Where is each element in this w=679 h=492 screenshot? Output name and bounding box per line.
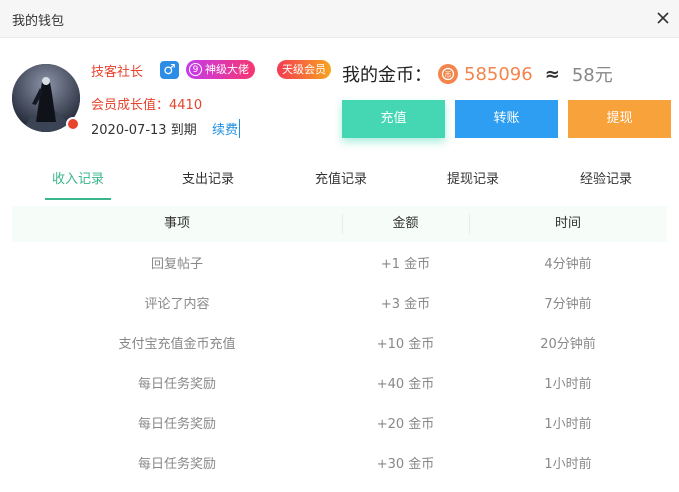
cell-time: 1小时前 — [544, 457, 592, 472]
cell-amount: +3 金币 — [380, 297, 431, 312]
close-icon[interactable] — [653, 8, 673, 28]
cell-amount: +1 金币 — [380, 257, 431, 272]
cell-amount: +30 金币 — [376, 457, 435, 472]
header-amount: 金额 — [392, 216, 419, 231]
record-tabs: 收入记录 支出记录 充值记录 提现记录 经验记录 — [12, 168, 667, 200]
tab-expense[interactable]: 支出记录 — [175, 168, 241, 200]
growth-value: 会员成长值：4410 — [91, 94, 202, 113]
table-row: 每日任务奖励 +40 金币 1小时前 — [12, 365, 667, 405]
approx-symbol: ≈ — [544, 63, 560, 85]
cell-amount: +20 金币 — [376, 417, 435, 432]
growth-number: 4410 — [169, 98, 203, 113]
cell-item: 每日任务奖励 — [137, 377, 216, 392]
cell-amount: +40 金币 — [376, 377, 435, 392]
svg-text:币: 币 — [445, 71, 452, 79]
vip-badge: 天级会员 — [277, 60, 331, 79]
tab-label: 收入记录 — [51, 172, 104, 187]
expiry-suffix: 到期 — [170, 123, 197, 138]
header-time: 时间 — [554, 216, 581, 231]
cell-amount: +10 金币 — [376, 337, 435, 352]
transfer-button[interactable]: 转账 — [455, 100, 558, 138]
rank-badge-label: 神级大佬 — [205, 63, 249, 76]
table-header: 事项 金额 时间 — [12, 206, 667, 242]
table-row: 每日任务奖励 +20 金币 1小时前 — [12, 405, 667, 445]
tab-withdraw[interactable]: 提现记录 — [440, 168, 506, 200]
cell-item: 评论了内容 — [144, 297, 210, 312]
cell-time: 1小时前 — [544, 417, 592, 432]
recharge-button[interactable]: 充值 — [342, 100, 445, 138]
cell-time: 1小时前 — [544, 377, 592, 392]
table-row: 评论了内容 +3 金币 7分钟前 — [12, 285, 667, 325]
tab-experience[interactable]: 经验记录 — [573, 168, 639, 200]
coins-amount: 585096 — [464, 63, 533, 85]
coin-balance: 我的金币： 币 585096 ≈ 58元 — [342, 61, 613, 87]
renew-link[interactable]: 续费 — [212, 119, 241, 138]
tab-label: 支出记录 — [181, 172, 234, 187]
yuan-value: 58元 — [571, 65, 613, 86]
header-item: 事项 — [163, 216, 190, 231]
cell-time: 7分钟前 — [544, 297, 592, 312]
cell-item: 支付宝充值金币充值 — [118, 337, 236, 352]
rank-level: 9 — [189, 63, 202, 76]
cell-item: 回复帖子 — [150, 257, 203, 272]
tab-label: 提现记录 — [446, 172, 499, 187]
cell-item: 每日任务奖励 — [137, 417, 216, 432]
male-icon: ♂ — [160, 61, 179, 79]
cell-time: 4分钟前 — [544, 257, 592, 272]
membership-expiry: 2020-07-13 到期 — [91, 119, 197, 138]
tab-label: 充值记录 — [314, 172, 367, 187]
withdraw-button[interactable]: 提现 — [568, 100, 671, 138]
rank-badge: 9 神级大佬 — [186, 60, 255, 79]
username[interactable]: 技客社长 — [91, 61, 143, 80]
cell-item: 每日任务奖励 — [137, 457, 216, 472]
table-row: 回复帖子 +1 金币 4分钟前 — [12, 245, 667, 285]
window-title: 我的钱包 — [12, 14, 65, 29]
tab-recharge[interactable]: 充值记录 — [308, 168, 374, 200]
title-bar: 我的钱包 — [0, 0, 679, 38]
expiry-date: 2020-07-13 — [91, 123, 167, 138]
tab-income[interactable]: 收入记录 — [45, 168, 111, 200]
tab-label: 经验记录 — [579, 172, 632, 187]
avatar-status-badge — [66, 117, 80, 131]
table-row: 支付宝充值金币充值 +10 金币 20分钟前 — [12, 325, 667, 365]
table-row: 每日任务奖励 +30 金币 1小时前 — [12, 445, 667, 485]
coins-label: 我的金币： — [342, 65, 432, 86]
growth-label: 会员成长值： — [91, 98, 170, 113]
active-tab-indicator — [45, 198, 111, 200]
coin-icon: 币 — [438, 64, 458, 84]
cell-time: 20分钟前 — [540, 337, 596, 352]
